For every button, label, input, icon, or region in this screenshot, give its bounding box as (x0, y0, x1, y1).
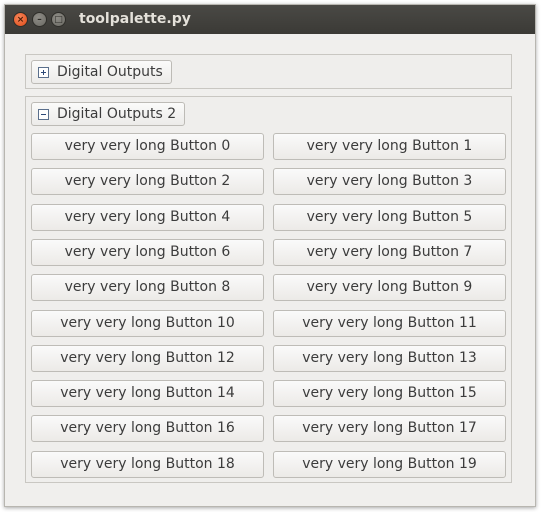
tool-button-0[interactable]: very very long Button 0 (31, 133, 264, 160)
close-window-button[interactable]: × (13, 12, 28, 27)
group-header-label: Digital Outputs (57, 64, 163, 80)
tool-button-14[interactable]: very very long Button 14 (31, 380, 264, 408)
minus-icon (38, 108, 49, 120)
tool-button-19[interactable]: very very long Button 19 (273, 450, 506, 478)
tool-button-3[interactable]: very very long Button 3 (273, 168, 506, 196)
tool-button-7[interactable]: very very long Button 7 (273, 238, 506, 266)
tool-group-digital-outputs-2: Digital Outputs 2 very very long Button … (25, 96, 512, 483)
group-header-digital-outputs-2[interactable]: Digital Outputs 2 (31, 102, 186, 126)
tool-button-10[interactable]: very very long Button 10 (31, 309, 264, 337)
tool-group-digital-outputs: Digital Outputs (25, 54, 512, 89)
minimize-window-button[interactable]: – (32, 12, 47, 27)
tool-button-16[interactable]: very very long Button 16 (31, 415, 264, 443)
title-bar[interactable]: × – □ toolpalette.py (5, 5, 535, 34)
tool-button-12[interactable]: very very long Button 12 (31, 344, 264, 372)
tool-button-2[interactable]: very very long Button 2 (31, 168, 264, 196)
app-window: × – □ toolpalette.py Digital Outputs Dig… (4, 4, 536, 507)
window-title: toolpalette.py (79, 11, 191, 27)
group-header-digital-outputs[interactable]: Digital Outputs (31, 60, 172, 84)
tool-button-6[interactable]: very very long Button 6 (31, 238, 264, 266)
maximize-window-button[interactable]: □ (51, 12, 66, 27)
tool-button-4[interactable]: very very long Button 4 (31, 203, 264, 231)
tool-button-8[interactable]: very very long Button 8 (31, 274, 264, 302)
tool-button-9[interactable]: very very long Button 9 (273, 274, 506, 302)
group-header-label: Digital Outputs 2 (57, 106, 177, 122)
plus-icon (38, 66, 49, 78)
tool-button-11[interactable]: very very long Button 11 (273, 309, 506, 337)
tool-button-1[interactable]: very very long Button 1 (273, 133, 506, 160)
tool-button-13[interactable]: very very long Button 13 (273, 344, 506, 372)
tool-button-17[interactable]: very very long Button 17 (273, 415, 506, 443)
tool-button-18[interactable]: very very long Button 18 (31, 450, 264, 478)
tool-button-5[interactable]: very very long Button 5 (273, 203, 506, 231)
tool-button-15[interactable]: very very long Button 15 (273, 380, 506, 408)
